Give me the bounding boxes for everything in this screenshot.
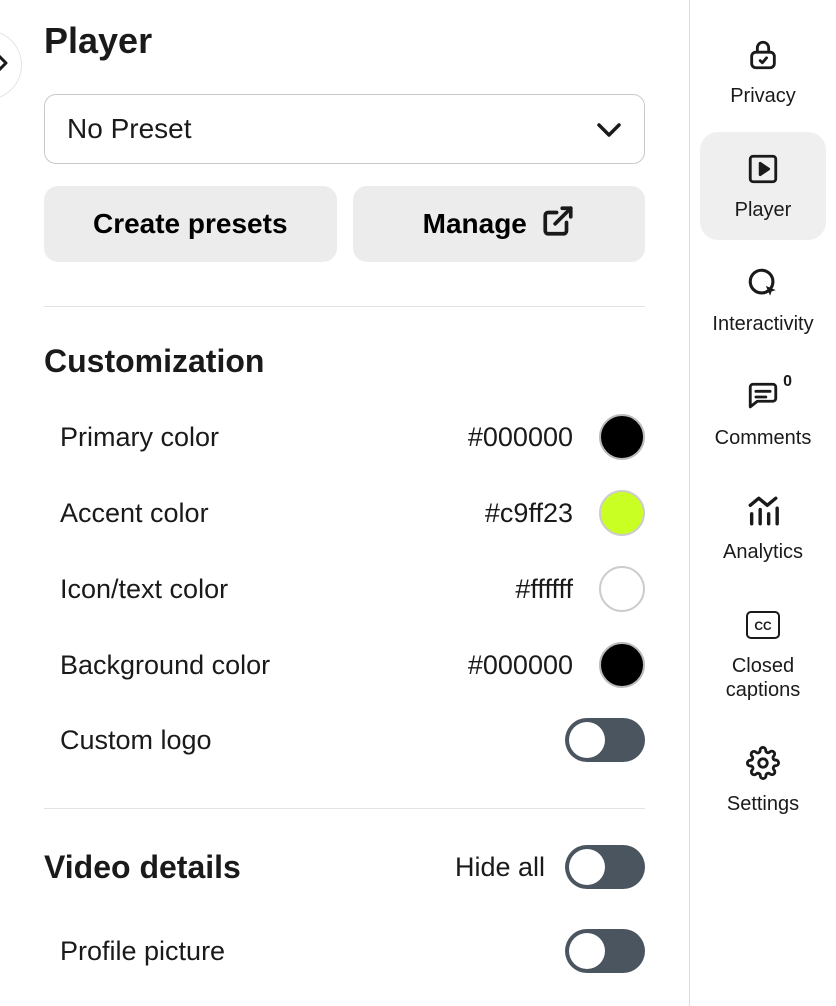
custom-logo-toggle[interactable] [565,718,645,762]
interactivity-icon [744,264,782,302]
sidebar-label: Interactivity [712,312,813,336]
primary-color-label: Primary color [60,422,219,453]
background-color-swatch[interactable] [599,642,645,688]
sidebar-label: Comments [715,426,812,450]
sidebar-item-closed-captions[interactable]: CC Closed captions [700,588,826,720]
closed-captions-icon: CC [744,606,782,644]
sidebar-label: Analytics [723,540,803,564]
chevron-right-icon [0,50,10,81]
background-color-label: Background color [60,650,270,681]
background-color-hex: #000000 [468,650,573,681]
sidebar-label: Settings [727,792,799,816]
hide-all-toggle[interactable] [565,845,645,889]
row-background-color: Background color #000000 [44,642,645,688]
gear-icon [744,744,782,782]
preset-selected-label: No Preset [67,113,192,145]
row-icontext-color: Icon/text color #ffffff [44,566,645,612]
row-accent-color: Accent color #c9ff23 [44,490,645,536]
main-panel: Player No Preset Create presets Manage C… [0,0,690,1006]
external-link-icon [541,204,575,245]
svg-text:CC: CC [754,619,772,633]
page-title: Player [44,20,645,62]
profile-picture-label: Profile picture [60,936,225,967]
divider [44,306,645,307]
preset-select[interactable]: No Preset [44,94,645,164]
row-custom-logo: Custom logo [44,718,645,762]
chevron-down-icon [596,113,622,145]
customization-heading: Customization [44,343,645,380]
lock-icon [744,36,782,74]
manage-label: Manage [423,208,527,240]
icontext-color-hex: #ffffff [515,574,573,605]
create-presets-button[interactable]: Create presets [44,186,337,262]
icontext-color-swatch[interactable] [599,566,645,612]
right-sidebar: Privacy Player Interactivity 0 Comments … [690,0,836,1006]
toggle-knob [569,722,605,758]
primary-color-swatch[interactable] [599,414,645,460]
analytics-icon [744,492,782,530]
manage-button[interactable]: Manage [353,186,646,262]
sidebar-item-interactivity[interactable]: Interactivity [700,246,826,354]
comments-icon [744,378,782,416]
sidebar-label: Privacy [730,84,796,108]
custom-logo-label: Custom logo [60,725,212,756]
comments-badge: 0 [783,372,792,391]
hide-all-label: Hide all [455,852,545,883]
row-primary-color: Primary color #000000 [44,414,645,460]
accent-color-swatch[interactable] [599,490,645,536]
accent-color-hex: #c9ff23 [485,498,573,529]
primary-color-hex: #000000 [468,422,573,453]
sidebar-item-settings[interactable]: Settings [700,726,826,834]
sidebar-item-player[interactable]: Player [700,132,826,240]
play-icon [744,150,782,188]
toggle-knob [569,849,605,885]
icontext-color-label: Icon/text color [60,574,228,605]
sidebar-label: Player [735,198,792,222]
sidebar-item-comments[interactable]: 0 Comments [700,360,826,468]
sidebar-item-privacy[interactable]: Privacy [700,18,826,126]
toggle-knob [569,933,605,969]
video-details-heading: Video details [44,849,241,886]
profile-picture-toggle[interactable] [565,929,645,973]
expand-handle[interactable] [0,30,22,100]
accent-color-label: Accent color [60,498,209,529]
divider [44,808,645,809]
sidebar-label: Closed captions [704,654,822,702]
create-presets-label: Create presets [93,208,288,240]
row-profile-picture: Profile picture [44,929,645,973]
sidebar-item-analytics[interactable]: Analytics [700,474,826,582]
